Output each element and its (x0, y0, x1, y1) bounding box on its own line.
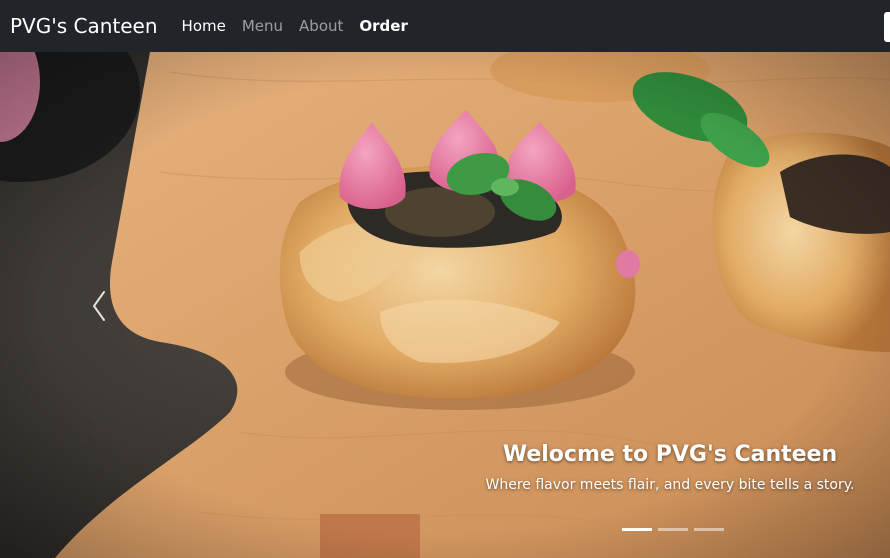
carousel-caption: Welocme to PVG's Canteen Where flavor me… (470, 442, 870, 493)
caption-text: Where flavor meets flair, and every bite… (485, 477, 855, 493)
carousel-indicator-2[interactable] (658, 528, 688, 531)
chevron-left-icon (93, 291, 105, 321)
nav-link-home[interactable]: Home (182, 17, 226, 35)
carousel-indicators (622, 528, 724, 531)
navbar-search-field-edge[interactable] (884, 12, 890, 42)
carousel-indicator-3[interactable] (694, 528, 724, 531)
carousel-indicator-1[interactable] (622, 528, 652, 531)
brand-logo-text[interactable]: PVG's Canteen (10, 14, 158, 38)
caption-title: Welocme to PVG's Canteen (502, 442, 838, 467)
top-navbar: PVG's Canteen Home Menu About Order (0, 0, 890, 52)
hero-carousel: Welocme to PVG's Canteen Where flavor me… (0, 52, 890, 558)
nav-link-order[interactable]: Order (359, 17, 407, 35)
nav-links: Home Menu About Order (182, 17, 408, 35)
nav-link-about[interactable]: About (299, 17, 343, 35)
nav-link-menu[interactable]: Menu (242, 17, 283, 35)
carousel-prev-control[interactable] (84, 284, 114, 328)
